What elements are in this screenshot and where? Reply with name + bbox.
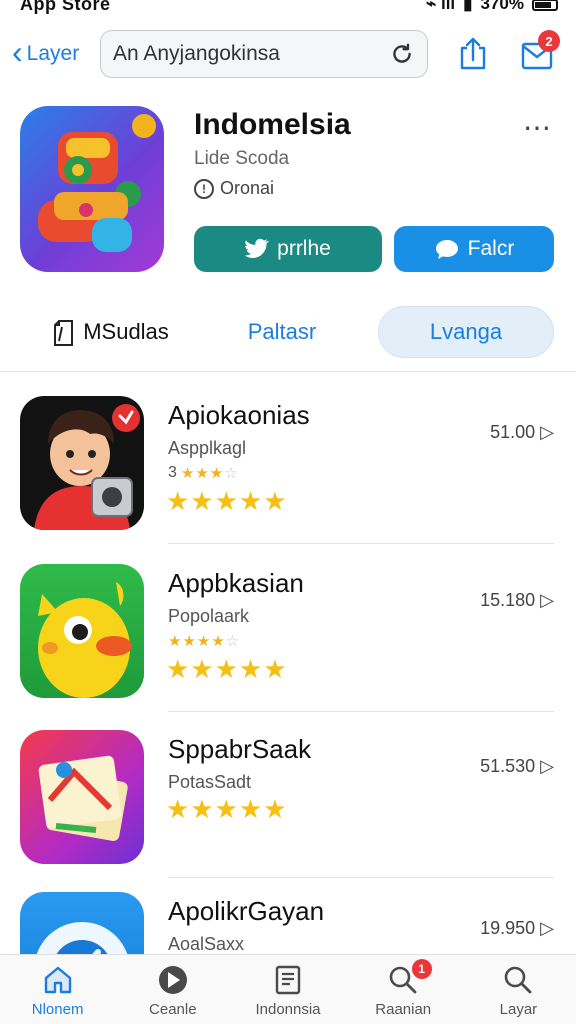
- document-icon: [275, 965, 301, 995]
- app-icon: [20, 730, 144, 864]
- secondary-action-button[interactable]: Falcr: [394, 226, 554, 272]
- list-item[interactable]: Apiokaonias Aspplkagl 3 ★★★☆ ★★★★★ 51.00…: [0, 384, 576, 544]
- featured-app-age-rating: ! Oronai: [194, 178, 274, 199]
- search-input[interactable]: An Anyjangokinsa: [113, 42, 389, 66]
- star-rating: ★★★★★: [166, 794, 288, 824]
- tab-documents[interactable]: Indonnsia: [230, 955, 345, 1024]
- small-star-rating: ★★★☆: [180, 465, 239, 482]
- segment-3[interactable]: Lvanga: [378, 306, 554, 358]
- share-icon[interactable]: [456, 36, 490, 72]
- featured-app-title: Indomelsia: [194, 108, 351, 141]
- app-price-value: 19.950: [480, 918, 536, 938]
- divider: [168, 876, 554, 878]
- status-bar: App Store ⌁ ıll ▮ 370%: [0, 0, 576, 16]
- back-label: Layer: [26, 42, 80, 65]
- tab-explore-label: Ceanle: [149, 1001, 197, 1018]
- app-icon: [20, 564, 144, 698]
- reload-icon[interactable]: [389, 41, 415, 67]
- segment-1-label: MSudlas: [83, 319, 169, 344]
- battery-icon: [532, 0, 558, 11]
- inbox-button[interactable]: 2: [518, 30, 560, 72]
- segment-2[interactable]: Paltasr: [204, 306, 360, 358]
- app-price-value: 51.530: [480, 756, 536, 776]
- tab-home-label: Nlonem: [31, 1001, 84, 1018]
- age-rating-label: Oronai: [220, 178, 275, 198]
- featured-app: Indomelsia Lide Scoda ! Oronai ⋯ prrlhe …: [0, 104, 576, 280]
- search-field[interactable]: An Anyjangokinsa: [100, 30, 428, 78]
- tab-search[interactable]: 1 Raanian: [346, 955, 461, 1024]
- tab-home[interactable]: Nlonem: [0, 955, 115, 1024]
- tab-bar: Nlonem Ceanle Indonnsia 1 Raanian Layar: [0, 954, 576, 1024]
- app-price[interactable]: 51.00 ▷: [490, 422, 554, 443]
- primary-action-label: prrlhe: [277, 237, 331, 260]
- chevron-left-icon: ‹: [12, 34, 23, 70]
- app-price[interactable]: 15.180 ▷: [480, 590, 554, 611]
- chat-bubble-icon: [435, 240, 458, 259]
- segment-bar: MSudlas Paltasr Lvanga: [0, 296, 576, 372]
- app-name: Appbkasian: [168, 568, 304, 598]
- back-button[interactable]: ‹ Layer: [12, 36, 79, 72]
- signal-icon: ⌁ ıll: [426, 0, 456, 13]
- app-price-value: 51.00: [490, 422, 536, 442]
- wifi-icon: ▮: [463, 0, 473, 13]
- inbox-badge: 2: [538, 30, 560, 52]
- featured-app-icon[interactable]: [20, 106, 164, 272]
- app-small-rating: ★★★★☆: [168, 632, 240, 650]
- bird-icon: [245, 238, 270, 258]
- divider: [168, 710, 554, 712]
- app-small-rating: 3 ★★★☆: [168, 464, 239, 482]
- home-icon: [44, 966, 71, 994]
- status-indicators: ⌁ ıll ▮ 370%: [426, 0, 558, 14]
- list-item[interactable]: SppabrSaak PotasSadt ★★★★★ 51.530 ▷: [0, 718, 576, 878]
- app-name: SppabrSaak: [168, 734, 312, 764]
- app-subtitle: AoalSaxx: [168, 934, 245, 954]
- app-icon: [20, 396, 144, 530]
- compass-icon: [158, 966, 187, 994]
- featured-app-developer[interactable]: Lide Scoda: [194, 148, 289, 170]
- small-rating-value: 3: [168, 464, 177, 481]
- tab-badge: 1: [411, 959, 432, 979]
- app-price[interactable]: 51.530 ▷: [480, 756, 554, 777]
- more-options-icon[interactable]: ⋯: [523, 114, 552, 142]
- top-bar: ‹ Layer An Anyjangokinsa 2: [0, 28, 576, 80]
- status-app-label: App Store: [20, 0, 111, 14]
- tab-layer-label: Layar: [499, 1001, 538, 1018]
- list-item[interactable]: Appbkasian Popolaark ★★★★☆ ★★★★★ 15.180 …: [0, 552, 576, 712]
- star-rating: ★★★★★: [166, 486, 288, 516]
- app-subtitle: PotasSadt: [168, 772, 252, 792]
- app-price[interactable]: 19.950 ▷: [480, 918, 554, 939]
- document-icon: [54, 320, 74, 346]
- battery-percent: 370%: [480, 0, 524, 13]
- primary-action-button[interactable]: prrlhe: [194, 226, 382, 272]
- app-name: ApolikrGayan: [168, 896, 325, 926]
- search-icon: [505, 966, 532, 994]
- app-name: Apiokaonias: [168, 400, 310, 430]
- tab-explore[interactable]: Ceanle: [115, 955, 230, 1024]
- segment-1[interactable]: MSudlas: [30, 306, 190, 358]
- app-subtitle: Popolaark: [168, 606, 250, 626]
- app-price-value: 15.180: [480, 590, 536, 610]
- info-icon: !: [194, 178, 214, 199]
- tab-search-label: Raanian: [375, 1001, 432, 1018]
- tab-documents-label: Indonnsia: [255, 1001, 321, 1018]
- star-rating: ★★★★★: [166, 654, 288, 684]
- tab-layer[interactable]: Layar: [461, 955, 576, 1024]
- app-subtitle: Aspplkagl: [168, 438, 247, 458]
- secondary-action-label: Falcr: [467, 237, 515, 260]
- divider: [168, 542, 554, 544]
- small-star-rating: ★★★★☆: [168, 633, 241, 650]
